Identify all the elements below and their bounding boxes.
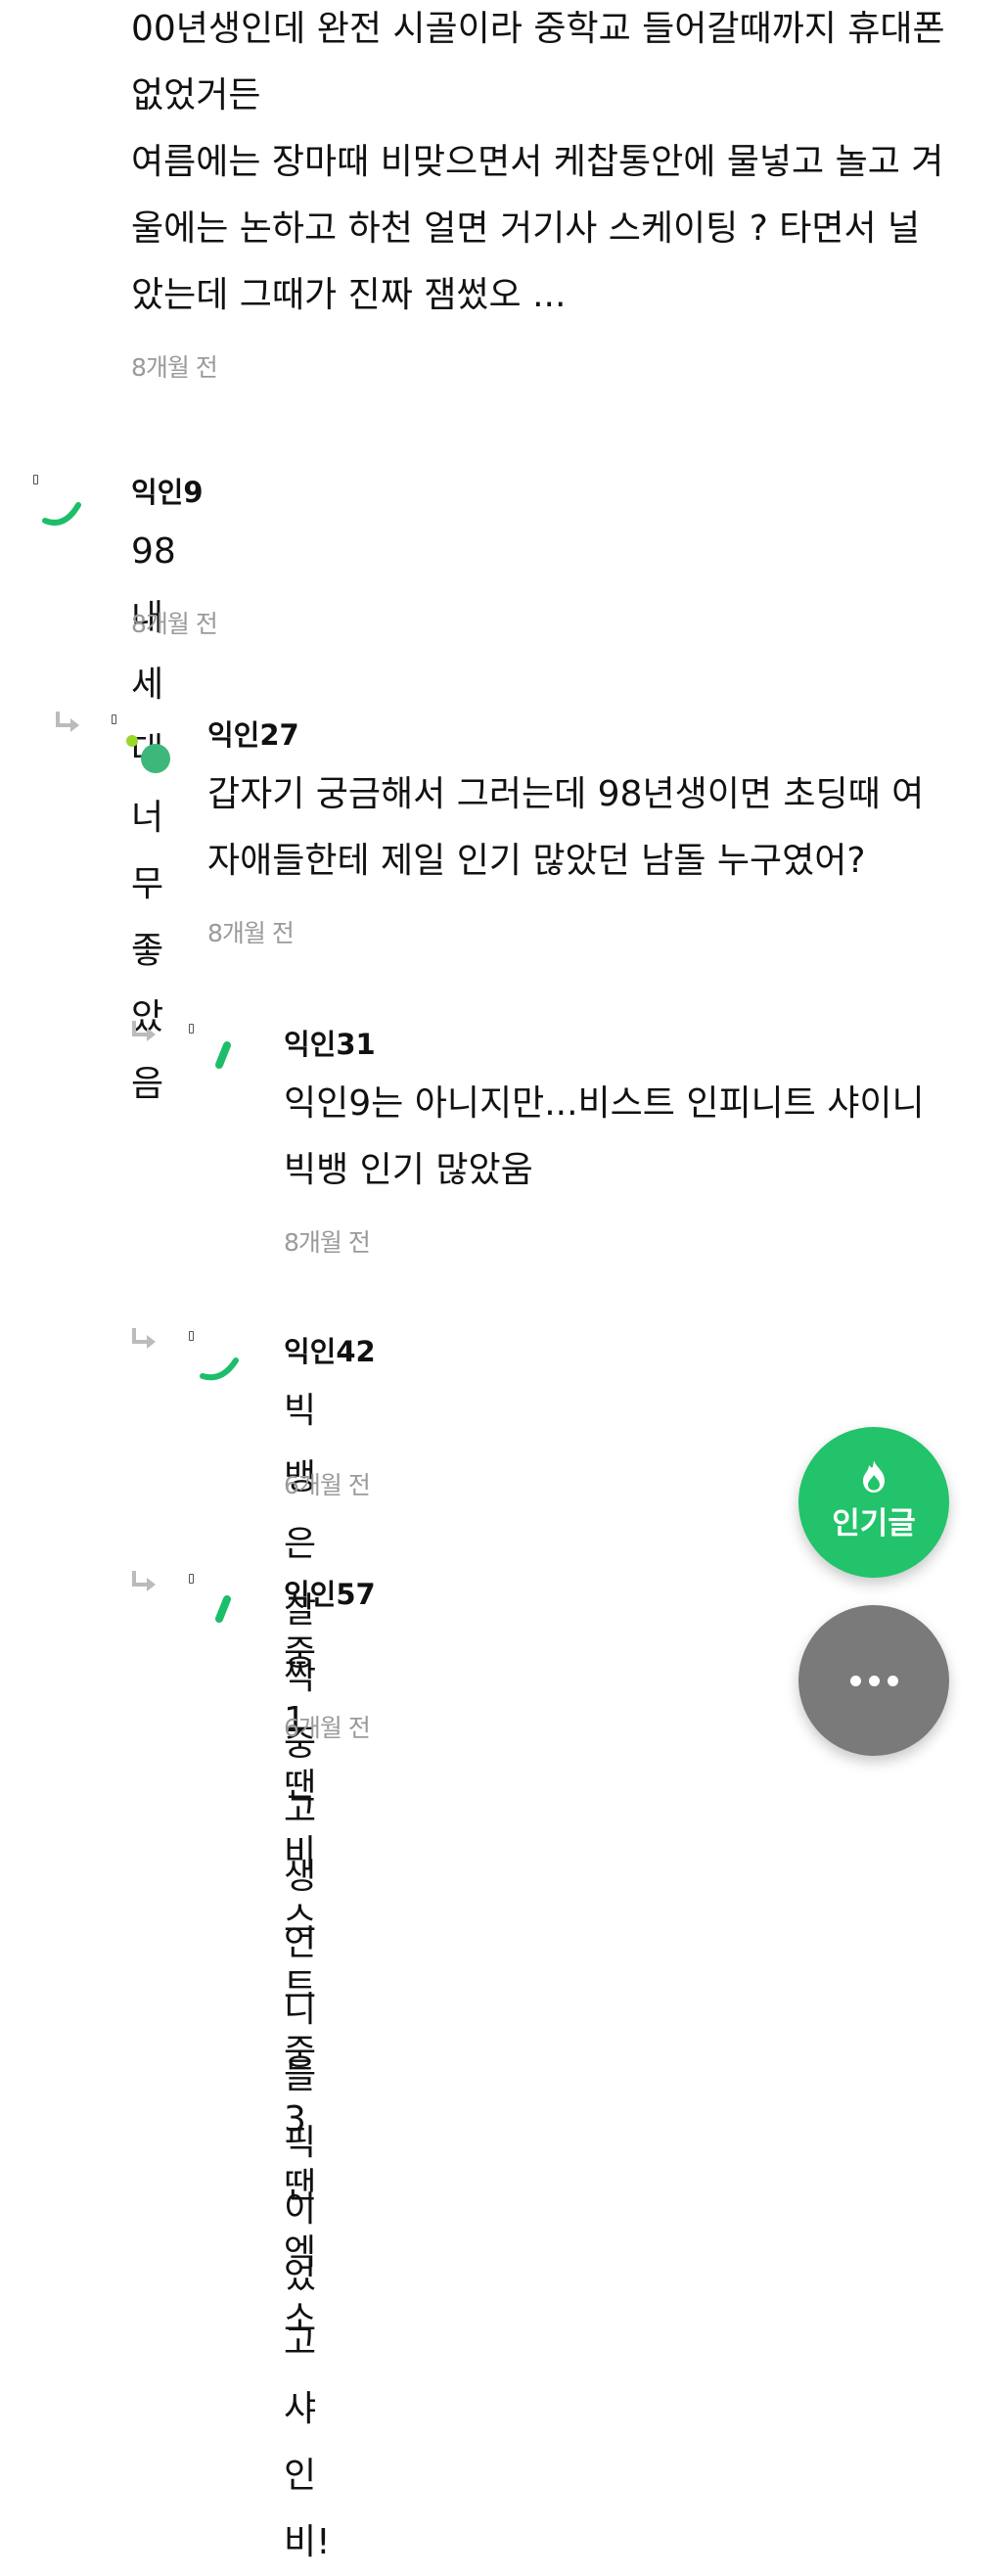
comment-author[interactable]: 익인57 bbox=[284, 1572, 376, 1613]
avatar-icon[interactable] bbox=[199, 1339, 250, 1390]
comment-time: 6개월 전 bbox=[284, 1471, 371, 1499]
more-options-button[interactable] bbox=[798, 1605, 949, 1756]
reply-arrow-icon bbox=[129, 1018, 160, 1045]
comment-time: 8개월 전 bbox=[131, 353, 218, 382]
comment-badge-icon bbox=[33, 475, 38, 484]
avatar-icon[interactable] bbox=[39, 482, 90, 532]
flame-icon bbox=[863, 1459, 885, 1493]
comment-badge-icon bbox=[112, 714, 116, 724]
comment-body: 00년생인데 완전 시골이라 중학교 들어갈때까지 휴대폰 없었거든 여름에는 … bbox=[131, 9, 945, 315]
popular-posts-button[interactable]: 인기글 bbox=[798, 1427, 949, 1578]
comment-time: 8개월 전 bbox=[284, 1228, 371, 1257]
avatar-icon[interactable] bbox=[121, 732, 172, 783]
reply-arrow-icon bbox=[129, 1325, 160, 1353]
comment-body: 갑자기 궁금해서 그러는데 98년생이면 초딩때 여 자애들한테 제일 인기 많… bbox=[207, 774, 925, 881]
avatar-icon[interactable] bbox=[205, 1037, 256, 1088]
comment-author[interactable]: 익인42 bbox=[284, 1329, 376, 1370]
comment-author[interactable]: 익인27 bbox=[207, 713, 299, 754]
more-dots-icon bbox=[849, 1675, 898, 1686]
popular-posts-label: 인기글 bbox=[832, 1505, 916, 1541]
avatar-icon bbox=[43, 0, 94, 25]
comment-badge-icon bbox=[189, 1331, 194, 1341]
comment-badge-icon bbox=[189, 1024, 194, 1034]
comment-time: 8개월 전 bbox=[131, 610, 218, 638]
comment-author[interactable]: 익인31 bbox=[284, 1022, 376, 1063]
comment-badge-icon bbox=[189, 1574, 194, 1584]
reply-arrow-icon bbox=[53, 709, 84, 736]
reply-arrow-icon bbox=[129, 1568, 160, 1595]
comment-author[interactable]: 익인9 bbox=[131, 470, 204, 511]
comment-time: 8개월 전 bbox=[207, 919, 295, 947]
comment-time: 6개월 전 bbox=[284, 1714, 371, 1742]
avatar-icon[interactable] bbox=[205, 1591, 256, 1642]
comment-body: 익인9는 아니지만...비스트 인피니트 샤이니 빅뱅 인기 많았움 bbox=[284, 1083, 925, 1190]
